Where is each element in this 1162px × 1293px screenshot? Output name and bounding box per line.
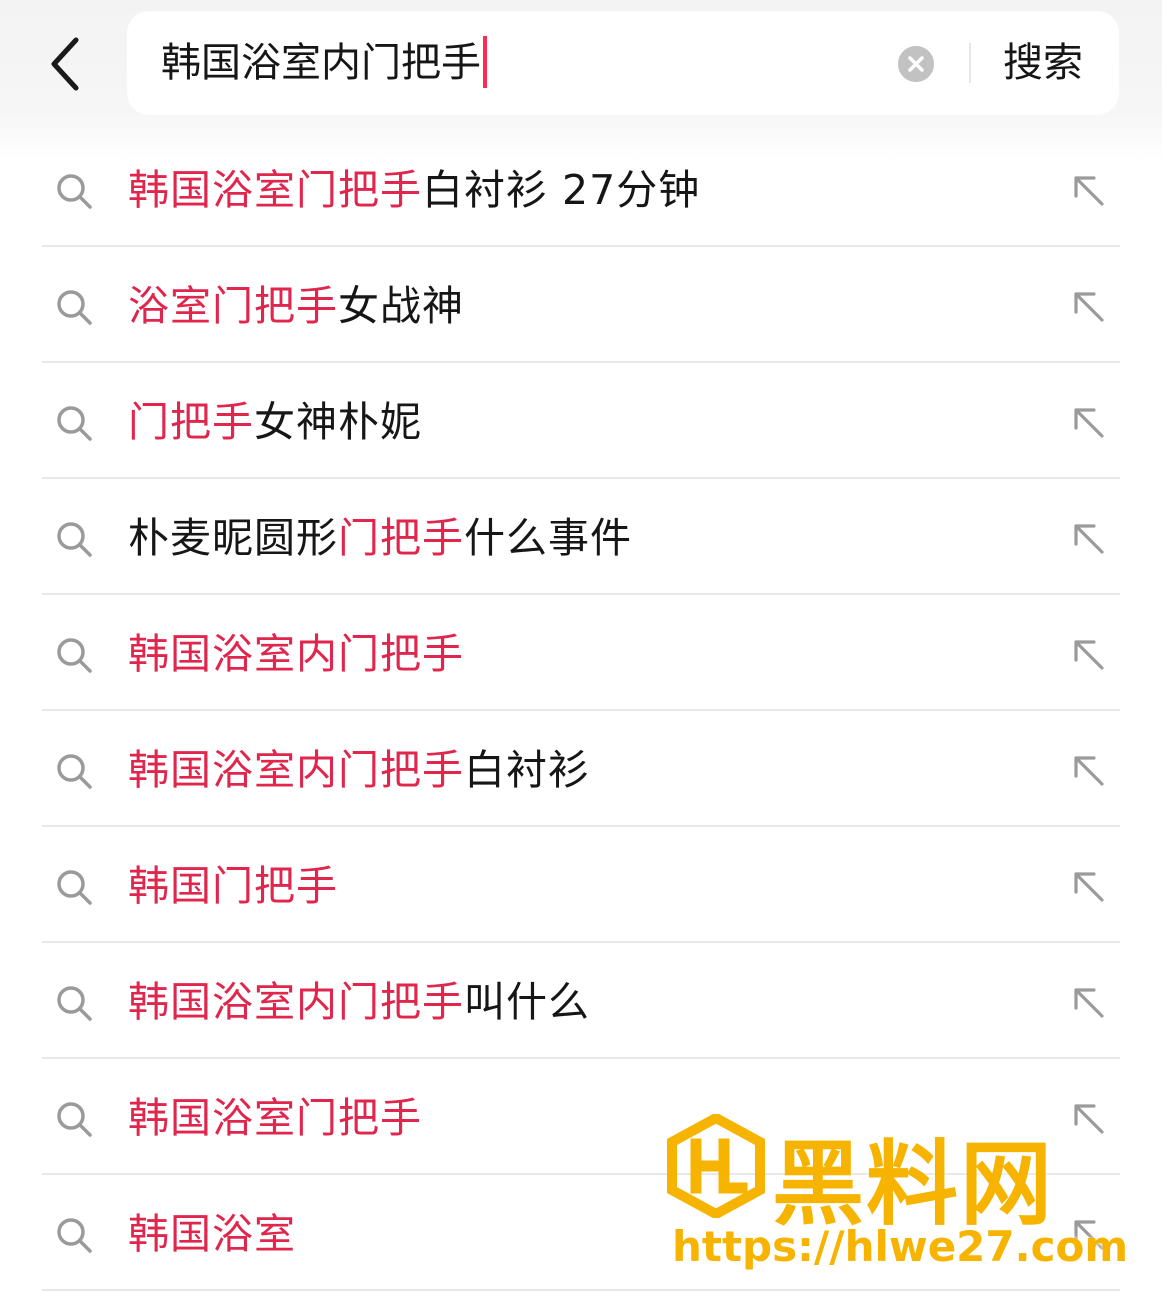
- arrow-up-left-icon[interactable]: [1070, 172, 1106, 208]
- suggestion-label: 浴室门把手女战神: [128, 247, 464, 365]
- suggestion-item[interactable]: 浴室门把手女战神: [0, 247, 1162, 363]
- suggestion-item[interactable]: 韩国浴室门把手白衬衫 27分钟: [0, 131, 1162, 247]
- suggestion-label: 门把手女神朴妮: [128, 363, 422, 481]
- suggestion-highlight: 韩国浴室门把手: [128, 166, 422, 214]
- search-box[interactable]: 韩国浴室内门把手 搜索: [127, 11, 1119, 115]
- suggestion-item[interactable]: 韩国浴室内门把手白衬衫: [0, 711, 1162, 827]
- search-icon: [57, 290, 92, 325]
- arrow-up-left-icon[interactable]: [1070, 868, 1106, 904]
- suggestion-highlight: 韩国浴室内门把手: [128, 978, 464, 1026]
- suggestion-highlight: 浴室门把手: [128, 282, 338, 330]
- suggestion-label: 韩国浴室内门把手白衬衫: [128, 711, 590, 829]
- arrow-up-left-icon[interactable]: [1070, 520, 1106, 556]
- arrow-up-left-icon[interactable]: [1070, 288, 1106, 324]
- suggestion-item[interactable]: 韩国浴室门把手: [0, 1059, 1162, 1175]
- suggestion-highlight: 韩国浴室内门把手: [128, 630, 464, 678]
- search-button[interactable]: 搜索: [1003, 11, 1093, 115]
- suggestion-prefix: 朴麦昵圆形: [128, 514, 338, 562]
- arrow-up-left-icon[interactable]: [1070, 636, 1106, 672]
- search-icon: [57, 406, 92, 441]
- suggestion-rest: 女战神: [338, 282, 464, 330]
- suggestion-highlight: 韩国浴室门把手: [128, 1094, 422, 1142]
- search-icon: [57, 1218, 92, 1253]
- suggestion-highlight: 门把手: [338, 514, 464, 562]
- search-icon: [57, 754, 92, 789]
- suggestion-label: 韩国浴室门把手: [128, 1059, 422, 1177]
- arrow-up-left-icon[interactable]: [1070, 984, 1106, 1020]
- text-caret: [483, 36, 487, 88]
- arrow-up-left-icon[interactable]: [1070, 1100, 1106, 1136]
- suggestion-label: 韩国浴室内门把手叫什么: [128, 943, 590, 1061]
- suggestion-label: 韩国浴室: [128, 1175, 296, 1293]
- search-icon: [57, 638, 92, 673]
- suggestion-item[interactable]: 门把手女神朴妮: [0, 363, 1162, 479]
- chevron-left-icon: [51, 37, 79, 91]
- suggestion-highlight: 韩国浴室内门把手: [128, 746, 464, 794]
- suggestion-highlight: 韩国浴室: [128, 1210, 296, 1258]
- suggestion-rest: 白衬衫 27分钟: [422, 166, 701, 214]
- suggestion-label: 韩国浴室门把手白衬衫 27分钟: [128, 131, 700, 249]
- suggestion-rest: 什么事件: [464, 514, 632, 562]
- suggestion-item[interactable]: 韩国浴室内门把手叫什么: [0, 943, 1162, 1059]
- row-divider: [42, 1289, 1120, 1291]
- suggestion-rest: 女神朴妮: [254, 398, 422, 446]
- arrow-up-left-icon[interactable]: [1070, 1216, 1106, 1252]
- clear-circle-icon: [898, 46, 934, 82]
- suggestion-highlight: 韩国门把手: [128, 862, 338, 910]
- search-icon: [57, 174, 92, 209]
- search-icon: [57, 522, 92, 557]
- suggestion-list: 韩国浴室门把手白衬衫 27分钟 浴室门把手女战神 门把手女神朴妮 朴麦昵圆形门把手什么…: [0, 131, 1162, 1291]
- suggestion-rest: 白衬衫: [464, 746, 590, 794]
- search-divider: [969, 43, 971, 83]
- suggestion-label: 韩国门把手: [128, 827, 338, 945]
- suggestion-item[interactable]: 韩国浴室: [0, 1175, 1162, 1291]
- search-input[interactable]: 韩国浴室内门把手: [161, 11, 487, 115]
- suggestion-label: 韩国浴室内门把手: [128, 595, 464, 713]
- arrow-up-left-icon[interactable]: [1070, 404, 1106, 440]
- suggestion-rest: 叫什么: [464, 978, 590, 1026]
- search-icon: [57, 870, 92, 905]
- suggestion-item[interactable]: 朴麦昵圆形门把手什么事件: [0, 479, 1162, 595]
- suggestion-label: 朴麦昵圆形门把手什么事件: [128, 479, 632, 597]
- clear-button[interactable]: [898, 46, 934, 82]
- back-button[interactable]: [36, 34, 92, 94]
- suggestion-item[interactable]: 韩国门把手: [0, 827, 1162, 943]
- search-icon: [57, 1102, 92, 1137]
- search-icon: [57, 986, 92, 1021]
- search-input-value: 韩国浴室内门把手: [161, 40, 481, 86]
- arrow-up-left-icon[interactable]: [1070, 752, 1106, 788]
- suggestion-item[interactable]: 韩国浴室内门把手: [0, 595, 1162, 711]
- suggestion-highlight: 门把手: [128, 398, 254, 446]
